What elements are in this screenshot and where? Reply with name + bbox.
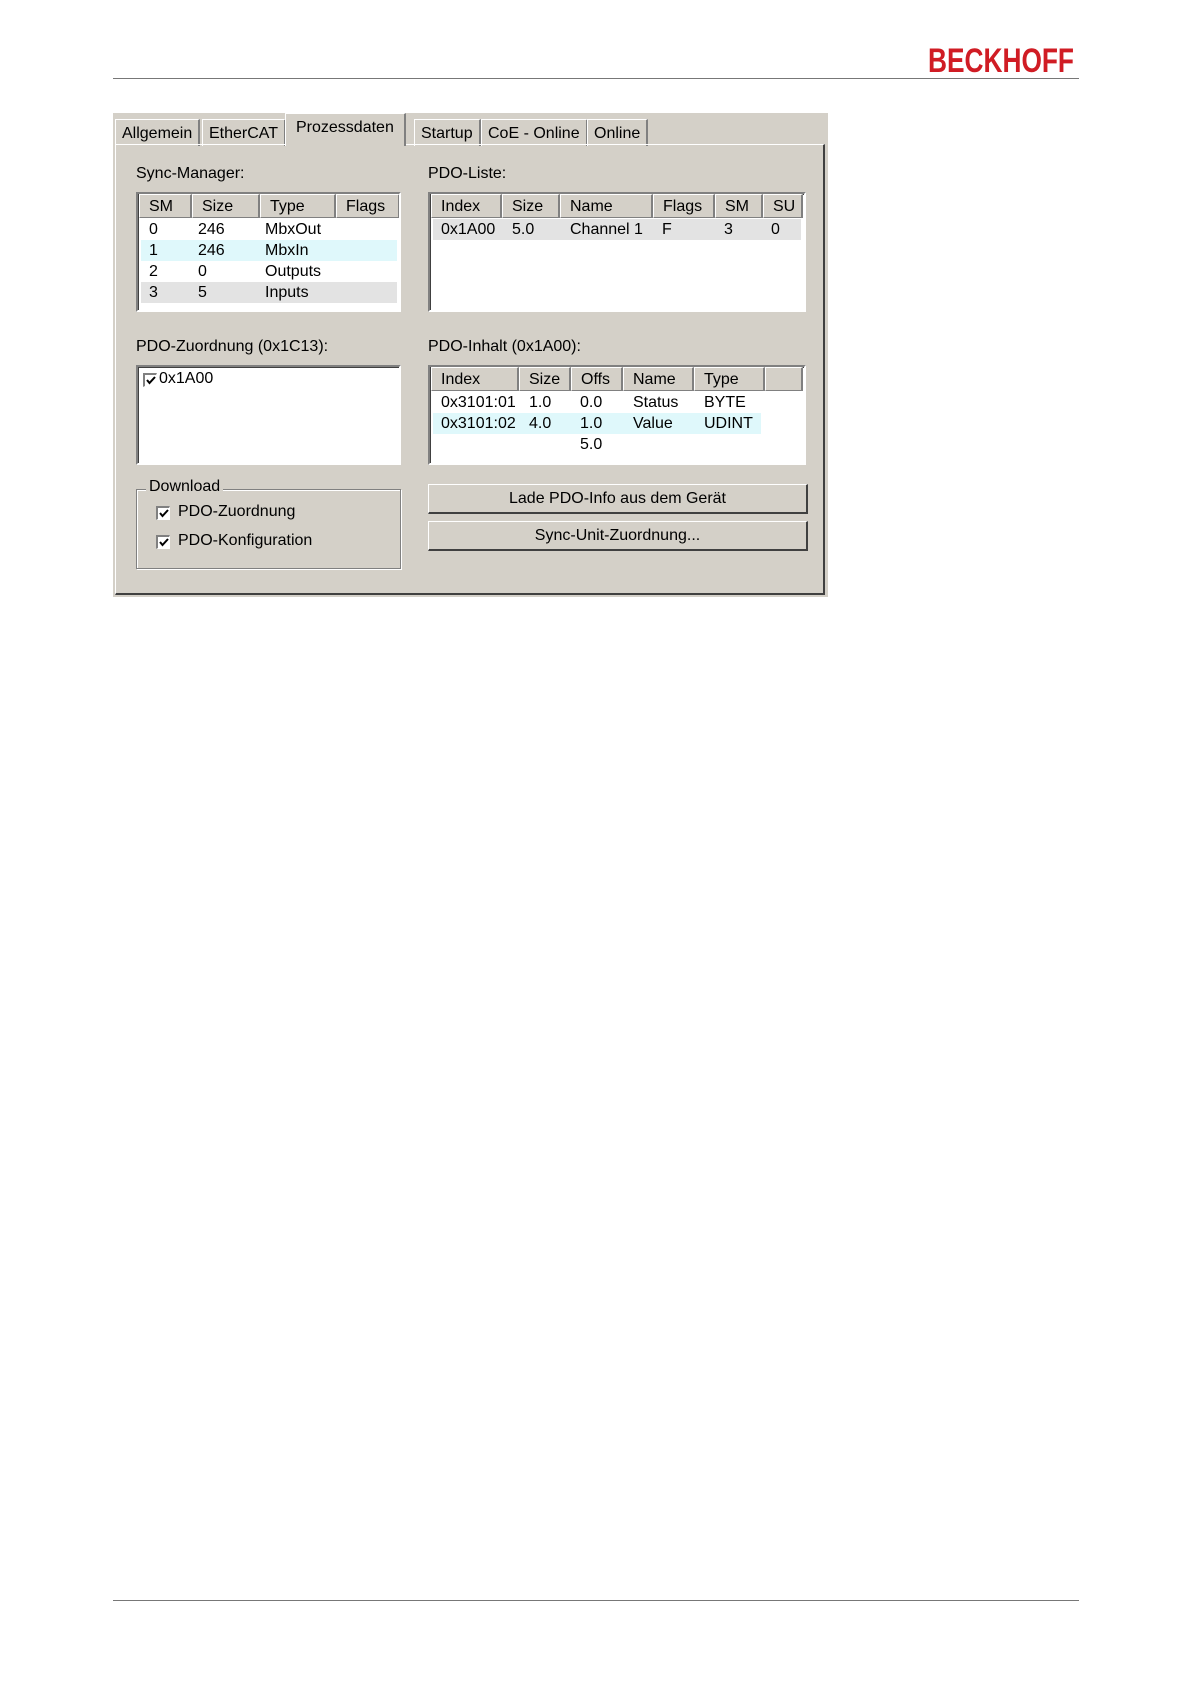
tab-online[interactable]: Online [587, 119, 649, 146]
column-header[interactable]: Size [192, 194, 260, 218]
table-row[interactable]: 5.0 [433, 434, 761, 455]
beckhoff-logo: BECKHOFF [928, 42, 1074, 80]
column-header[interactable] [765, 367, 803, 391]
column-header[interactable]: SM [139, 194, 192, 218]
lade-pdo-info-button[interactable]: Lade PDO-Info aus dem Gerät [428, 484, 808, 514]
tab-panel: Sync-Manager: SM Size Type Flags 0 246 M… [115, 144, 825, 595]
column-header[interactable]: Name [560, 194, 653, 218]
column-header[interactable]: Index [431, 194, 502, 218]
tab-prozessdaten[interactable]: Prozessdaten [285, 113, 406, 146]
column-header[interactable]: SU [763, 194, 803, 218]
column-header[interactable]: Name [623, 367, 694, 391]
checkmark-icon [159, 509, 169, 518]
pdo-zuordnung-list[interactable]: 0x1A00 [136, 365, 401, 465]
column-header[interactable]: Size [502, 194, 560, 218]
checkmark-icon [159, 538, 169, 547]
pdo-inhalt-label: PDO-Inhalt (0x1A00): [428, 338, 581, 355]
download-group [136, 489, 401, 569]
pdo-zuordnung-label: PDO-Zuordnung (0x1C13): [136, 338, 329, 355]
table-row[interactable]: 0 246 MbxOut [141, 219, 397, 240]
pdo-liste-label: PDO-Liste: [428, 165, 507, 182]
tab-coe-online[interactable]: CoE - Online [481, 119, 588, 146]
tab-ethercat[interactable]: EtherCAT [202, 119, 287, 146]
sync-manager-list[interactable]: SM Size Type Flags 0 246 MbxOut 1 246 Mb… [136, 192, 401, 312]
column-header[interactable]: Flags [336, 194, 399, 218]
table-row[interactable]: 3 5 Inputs [141, 282, 397, 303]
checkbox-0x1a00[interactable] [143, 373, 157, 387]
column-header[interactable]: Offs [571, 367, 623, 391]
checkmark-icon [146, 376, 156, 385]
table-row[interactable]: 2 0 Outputs [141, 261, 397, 282]
tab-allgemein[interactable]: Allgemein [115, 119, 201, 146]
column-header[interactable]: SM [715, 194, 763, 218]
column-header[interactable]: Type [260, 194, 336, 218]
table-row[interactable]: 0x1A00 5.0 Channel 1 F 3 0 [433, 219, 801, 240]
column-header[interactable]: Index [431, 367, 519, 391]
checkbox-pdo-zuordnung[interactable] [156, 506, 170, 520]
pdo-liste-list[interactable]: Index Size Name Flags SM SU 0x1A00 5.0 C… [428, 192, 806, 312]
sync-manager-label: Sync-Manager: [136, 165, 245, 182]
logo-text: BECKHOFF [928, 42, 1074, 80]
tab-startup[interactable]: Startup [414, 119, 481, 146]
checkbox-pdo-konfiguration[interactable] [156, 535, 170, 549]
column-header[interactable]: Type [694, 367, 765, 391]
download-option-label: PDO-Zuordnung [178, 503, 296, 520]
footer-rule [113, 1600, 1079, 1601]
column-header[interactable]: Flags [653, 194, 715, 218]
pdo-inhalt-list[interactable]: Index Size Offs Name Type 0x3101:01 1.0 … [428, 365, 806, 465]
sync-unit-zuordnung-button[interactable]: Sync-Unit-Zuordnung... [428, 521, 808, 551]
dialog: Allgemein EtherCAT Prozessdaten Startup … [113, 113, 828, 597]
table-row[interactable]: 0x3101:02 4.0 1.0 Value UDINT [433, 413, 761, 434]
column-header[interactable]: Size [519, 367, 571, 391]
table-row[interactable]: 0x3101:01 1.0 0.0 Status BYTE [433, 392, 761, 413]
download-option-label: PDO-Konfiguration [178, 532, 313, 549]
table-row[interactable]: 1 246 MbxIn [141, 240, 397, 261]
header-rule [113, 78, 1079, 79]
pdo-zuordnung-item-label: 0x1A00 [159, 370, 214, 387]
download-group-title: Download [146, 478, 224, 496]
